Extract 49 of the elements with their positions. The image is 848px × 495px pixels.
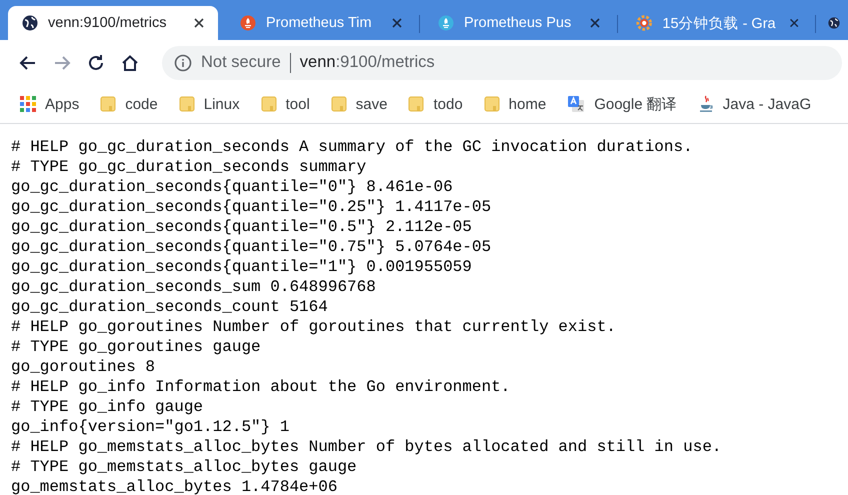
folder-icon bbox=[260, 96, 277, 112]
bookmark[interactable]: save bbox=[330, 96, 398, 112]
flame-icon bbox=[240, 15, 256, 31]
folder-icon bbox=[408, 96, 424, 112]
folder-icon bbox=[330, 96, 347, 112]
url-text: venn:9100/metrics bbox=[300, 53, 435, 72]
home-icon[interactable] bbox=[120, 52, 140, 72]
globe-icon bbox=[828, 15, 840, 31]
bookmark[interactable]: Google 翻译 bbox=[567, 94, 687, 114]
bookmark[interactable]: code bbox=[100, 96, 168, 112]
metrics-line: # HELP go_info Information about the Go environment. bbox=[11, 377, 510, 397]
bookmark[interactable]: home bbox=[484, 96, 556, 112]
browser-tab[interactable]: venn:9100/metrics bbox=[8, 6, 218, 40]
coffee-cup-icon bbox=[698, 95, 714, 113]
metrics-line: # TYPE go_goroutines gauge bbox=[11, 337, 261, 357]
metrics-line: # TYPE go_info gauge bbox=[11, 397, 204, 417]
metrics-line: # HELP go_memstats_alloc_bytes Number of bytes allocated and still in use. bbox=[11, 437, 722, 457]
metrics-line: go_gc_duration_seconds_count 5164 bbox=[11, 297, 328, 317]
metrics-line: go_goroutines 8 bbox=[11, 357, 156, 377]
folder-icon bbox=[178, 96, 195, 112]
security-label: Not secure bbox=[201, 53, 281, 72]
bookmark[interactable]: todo bbox=[408, 96, 473, 112]
bookmark[interactable]: Linux bbox=[178, 96, 250, 112]
globe-icon bbox=[22, 15, 38, 31]
browser-tab[interactable]: Prometheus Tim bbox=[226, 6, 416, 40]
metrics-line: go_memstats_alloc_bytes 1.4784e+06 bbox=[11, 477, 338, 495]
metrics-line: go_gc_duration_seconds{quantile="0.25"} 1.4117e-05 bbox=[11, 197, 492, 217]
bookmark[interactable]: Java - JavaG bbox=[698, 95, 822, 113]
bookmark[interactable]: Apps bbox=[20, 96, 90, 112]
metrics-line: go_gc_duration_seconds{quantile="1"} 0.001955059 bbox=[11, 257, 472, 277]
metrics-line: go_gc_duration_seconds_sum 0.648996768 bbox=[11, 277, 376, 297]
metrics-line: # TYPE go_gc_duration_seconds summary bbox=[11, 157, 366, 177]
apps-grid-icon bbox=[20, 96, 36, 112]
info-icon[interactable] bbox=[174, 54, 192, 72]
folder-icon bbox=[484, 96, 500, 112]
address-bar[interactable]: Not secure venn:9100/metrics bbox=[162, 46, 842, 80]
flame-icon bbox=[438, 15, 454, 31]
metrics-line: # HELP go_goroutines Number of goroutines that currently exist. bbox=[11, 317, 616, 337]
reload-icon[interactable] bbox=[86, 52, 106, 72]
metrics-line: # TYPE go_memstats_alloc_bytes gauge bbox=[11, 457, 357, 477]
metrics-line: go_gc_duration_seconds{quantile="0.75"} 5.0764e-05 bbox=[11, 237, 492, 257]
gear-icon bbox=[636, 14, 652, 32]
metrics-line: go_gc_duration_seconds{quantile="0.5"} 2.112e-05 bbox=[11, 217, 472, 237]
metrics-line: go_info{version="go1.12.5"} 1 bbox=[11, 417, 290, 437]
metrics-line: # HELP go_gc_duration_seconds A summary of the GC invocation durations. bbox=[11, 137, 693, 157]
bookmark[interactable]: tool bbox=[260, 96, 320, 112]
translate-icon bbox=[567, 95, 586, 113]
folder-icon bbox=[100, 96, 116, 112]
metrics-line: go_gc_duration_seconds{quantile="0"} 8.461e-06 bbox=[11, 177, 453, 197]
